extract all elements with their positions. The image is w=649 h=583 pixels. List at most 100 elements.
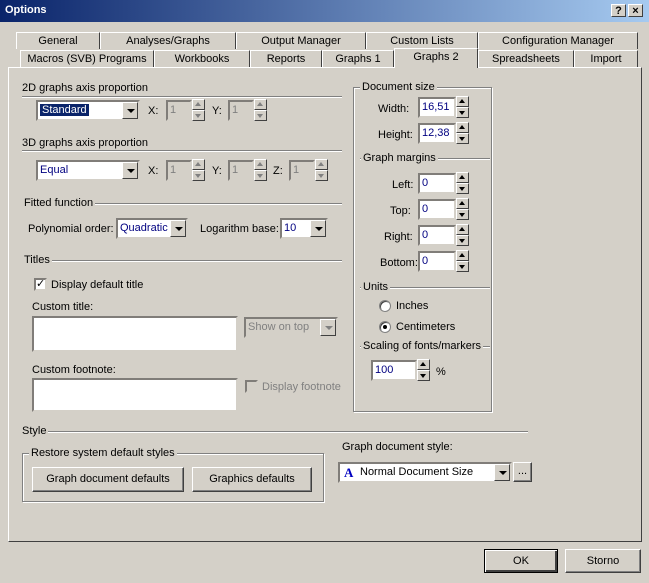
ok-button[interactable]: OK (484, 549, 558, 573)
height-spin[interactable] (456, 122, 469, 144)
spin-down-icon[interactable] (456, 261, 469, 272)
axis3d-z-input[interactable]: 1 (289, 160, 315, 181)
axis3d-select[interactable]: Equal (36, 160, 140, 181)
spin-up-icon[interactable] (456, 224, 469, 235)
browse-button[interactable]: ... (513, 462, 532, 482)
left-input[interactable]: 0 (418, 173, 456, 194)
spin-up-icon[interactable] (192, 159, 205, 170)
tab-analyses-graphs[interactable]: Analyses/Graphs (100, 32, 236, 49)
axis2d-select[interactable]: Standard (36, 100, 140, 121)
chevron-down-icon[interactable] (122, 102, 138, 119)
spin-up-icon[interactable] (417, 359, 430, 370)
spin-down-icon[interactable] (192, 170, 205, 181)
top-input[interactable]: 0 (418, 199, 456, 220)
right-label: Right: (384, 231, 413, 243)
scaling-input[interactable]: 100 (371, 360, 417, 381)
help-button[interactable]: ? (611, 4, 626, 17)
spin-up-icon[interactable] (315, 159, 328, 170)
tab-spreadsheets[interactable]: Spreadsheets (478, 50, 574, 67)
show-on-top-select[interactable]: Show on top (244, 317, 338, 338)
axis3d-x-input[interactable]: 1 (166, 160, 192, 181)
centimeters-radio[interactable] (379, 321, 391, 333)
spin-down-icon[interactable] (254, 110, 267, 121)
axis3d-y-input[interactable]: 1 (228, 160, 254, 181)
spin-up-icon[interactable] (254, 99, 267, 110)
axis2d-y-spin[interactable] (254, 99, 267, 121)
spin-down-icon[interactable] (456, 107, 469, 118)
width-spin[interactable] (456, 96, 469, 118)
cancel-button[interactable]: Storno (565, 549, 641, 573)
chevron-down-icon[interactable] (494, 464, 510, 481)
spin-down-icon[interactable] (456, 209, 469, 220)
scaling-spin[interactable] (417, 359, 430, 381)
style-label: Style (20, 425, 49, 437)
display-default-title-checkbox[interactable]: ✓ (34, 278, 47, 291)
separator-style (22, 431, 528, 433)
font-style-icon: A (344, 465, 354, 480)
left-spin[interactable] (456, 172, 469, 194)
right-spin[interactable] (456, 224, 469, 246)
spin-down-icon[interactable] (192, 110, 205, 121)
tab-graphs-2[interactable]: Graphs 2 (394, 48, 478, 68)
graph-document-defaults-button[interactable]: Graph document defaults (32, 467, 184, 492)
custom-footnote-input[interactable] (32, 378, 238, 412)
spin-down-icon[interactable] (417, 370, 430, 381)
height-input[interactable]: 12,38 (418, 123, 456, 144)
axis3d-z-spin[interactable] (315, 159, 328, 181)
spin-up-icon[interactable] (456, 96, 469, 107)
spin-up-icon[interactable] (456, 198, 469, 209)
chevron-down-icon[interactable] (170, 220, 186, 237)
show-on-top-value: Show on top (248, 321, 310, 333)
width-input[interactable]: 16,51 (418, 97, 456, 118)
spin-down-icon[interactable] (456, 133, 469, 144)
tab-output-manager[interactable]: Output Manager (236, 32, 366, 49)
log-base-select[interactable]: 10 (280, 218, 328, 239)
tab-custom-lists[interactable]: Custom Lists (366, 32, 478, 49)
axis2d-y-label: Y: (212, 105, 222, 117)
bottom-spin[interactable] (456, 250, 469, 272)
spin-down-icon[interactable] (315, 170, 328, 181)
right-input[interactable]: 0 (418, 225, 456, 246)
tab-import[interactable]: Import (574, 50, 638, 67)
spin-down-icon[interactable] (456, 235, 469, 246)
spin-up-icon[interactable] (254, 159, 267, 170)
close-button[interactable]: × (628, 4, 643, 17)
spin-up-icon[interactable] (456, 250, 469, 261)
chevron-down-icon[interactable] (122, 162, 138, 179)
axis2d-y-input[interactable]: 1 (228, 100, 254, 121)
top-spin[interactable] (456, 198, 469, 220)
axis2d-x-spin[interactable] (192, 99, 205, 121)
spin-down-icon[interactable] (456, 183, 469, 194)
tab-workbooks[interactable]: Workbooks (154, 50, 250, 67)
chevron-down-icon[interactable] (320, 319, 336, 336)
graphics-defaults-button[interactable]: Graphics defaults (192, 467, 312, 492)
axis3d-y-spin[interactable] (254, 159, 267, 181)
top-label: Top: (390, 205, 411, 217)
axis2d-value: Standard (40, 104, 89, 116)
inches-radio[interactable] (379, 300, 391, 312)
spin-up-icon[interactable] (192, 99, 205, 110)
poly-order-select[interactable]: Quadratic (116, 218, 188, 239)
display-footnote-checkbox[interactable] (245, 380, 258, 393)
bottom-input[interactable]: 0 (418, 251, 456, 272)
spin-down-icon[interactable] (254, 170, 267, 181)
title-bar (0, 0, 649, 22)
tab-macros[interactable]: Macros (SVB) Programs (20, 50, 154, 67)
axis2d-x-input[interactable]: 1 (166, 100, 192, 121)
units-label: Units (361, 281, 391, 293)
axis2d-label: 2D graphs axis proportion (20, 82, 150, 94)
poly-order-value: Quadratic (120, 222, 168, 234)
spin-up-icon[interactable] (456, 122, 469, 133)
spin-up-icon[interactable] (456, 172, 469, 183)
axis3d-x-spin[interactable] (192, 159, 205, 181)
margins-label: Graph margins (361, 152, 438, 164)
tab-configuration-manager[interactable]: Configuration Manager (478, 32, 638, 49)
custom-title-input[interactable] (32, 316, 238, 352)
tab-general[interactable]: General (16, 32, 100, 49)
fitted-label: Fitted function (22, 197, 96, 209)
tab-graphs-1[interactable]: Graphs 1 (322, 50, 394, 67)
doc-style-select[interactable]: A Normal Document Size (338, 462, 512, 483)
chevron-down-icon[interactable] (310, 220, 326, 237)
tab-reports[interactable]: Reports (250, 50, 322, 67)
axis3d-label: 3D graphs axis proportion (20, 137, 150, 149)
